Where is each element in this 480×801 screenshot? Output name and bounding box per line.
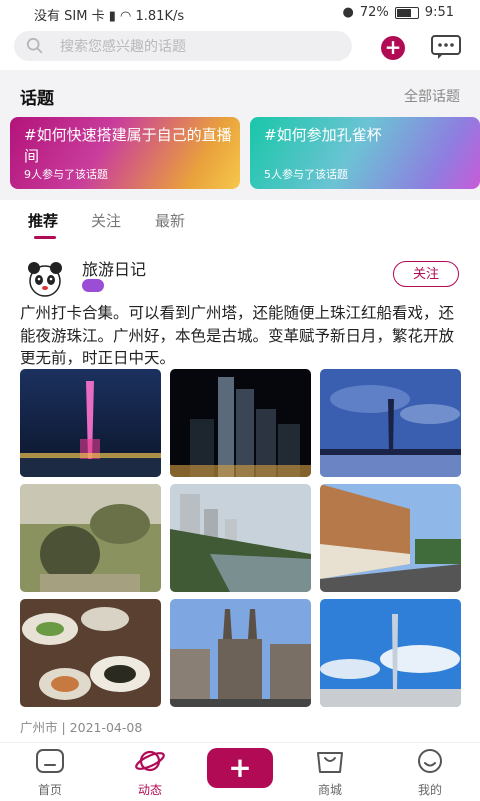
nav-mall-label: 商城 (317, 783, 342, 797)
planet-icon (135, 750, 165, 772)
shopping-bag-icon (317, 752, 343, 773)
search-placeholder: 搜索您感兴趣的话题 (60, 39, 186, 55)
photo-canton-tower-day[interactable] (320, 599, 461, 707)
tab-recommended[interactable]: 推荐 (28, 210, 58, 231)
topics-title: 话题 (20, 89, 54, 109)
author-badge-icon (82, 279, 104, 292)
nav-me-label: 我的 (417, 783, 442, 797)
photo-cathedral[interactable] (170, 599, 311, 707)
nav-feed[interactable]: 动态 (120, 747, 180, 798)
status-left: 没有 SIM 卡 ▮ ◠ 1.81K/s (34, 5, 184, 24)
message-icon[interactable] (430, 34, 462, 60)
wifi-icon: ◠ (120, 9, 132, 24)
topic-card-livestream[interactable]: #如何快速搭建属于自己的直播间 9人参与了该话题 (10, 117, 240, 189)
network-speed: 1.81K/s (135, 9, 185, 24)
topic-card-peacock-cup[interactable]: #如何参加孔雀杯 5人参与了该话题 (250, 117, 480, 189)
nav-me[interactable]: 我的 (400, 747, 460, 798)
photo-grid (20, 369, 461, 709)
photo-city-night-skyline[interactable] (170, 369, 311, 477)
avatar[interactable] (22, 256, 68, 302)
add-post-button[interactable]: + (381, 36, 405, 60)
battery-percent: 72% (359, 5, 389, 20)
post-location-date: 广州市 | 2021-04-08 (20, 720, 143, 735)
location-icon: ● (342, 5, 354, 20)
clock: 9:51 (424, 5, 454, 20)
all-topics-link[interactable]: 全部话题 (404, 86, 460, 106)
post-text: 广州打卡合集。可以看到广州塔，还能随便上珠江红船看戏，还能夜游珠江。广州好，本色… (20, 304, 455, 367)
nav-home-label: 首页 (37, 783, 62, 797)
feed-tabs: 推荐 关注 最新 (0, 200, 480, 244)
tab-latest[interactable]: 最新 (155, 210, 185, 231)
sim-alert-icon: ▮ (108, 9, 116, 24)
status-bar: 没有 SIM 卡 ▮ ◠ 1.81K/s ● 72% 9:51 (0, 0, 480, 26)
tab-following[interactable]: 关注 (91, 210, 121, 231)
center-add-button[interactable]: + (207, 748, 273, 788)
photo-arcade-street[interactable] (320, 484, 461, 592)
topic-participants: 9人参与了该话题 (24, 168, 108, 181)
topic-title: #如何快速搭建属于自己的直播间 (24, 126, 232, 165)
photo-riverside-buildings[interactable] (170, 484, 311, 592)
topic-participants: 5人参与了该话题 (264, 168, 348, 181)
bottom-nav: 首页 动态 + 商城 我的 (0, 742, 480, 801)
photo-dim-sum-table[interactable] (20, 599, 161, 707)
home-icon (36, 749, 64, 773)
smile-face-icon (418, 749, 442, 773)
topic-title: #如何参加孔雀杯 (264, 126, 382, 144)
follow-button[interactable]: 关注 (393, 261, 459, 287)
photo-tower-over-river[interactable] (320, 369, 461, 477)
active-tab-indicator (34, 236, 56, 239)
search-input[interactable]: 搜索您感兴趣的话题 (14, 31, 352, 61)
status-right: ● 72% 9:51 (343, 5, 454, 20)
photo-canton-tower-night[interactable] (20, 369, 161, 477)
nav-home[interactable]: 首页 (20, 747, 80, 798)
search-icon (26, 37, 43, 54)
nav-mall[interactable]: 商城 (300, 747, 360, 798)
top-bar: 搜索您感兴趣的话题 + (0, 26, 480, 70)
photo-garden-rocks[interactable] (20, 484, 161, 592)
feed-content: 推荐 关注 最新 旅游日记 关注 广州打卡合集。可以看到广州塔，还能随便上珠江红… (0, 200, 480, 742)
battery-icon (394, 6, 419, 19)
topics-section: 话题 全部话题 #如何快速搭建属于自己的直播间 9人参与了该话题 #如何参加孔雀… (0, 70, 480, 200)
author-name[interactable]: 旅游日记 (82, 256, 146, 280)
carrier-text: 没有 SIM 卡 (34, 9, 105, 24)
nav-feed-label: 动态 (137, 783, 162, 797)
